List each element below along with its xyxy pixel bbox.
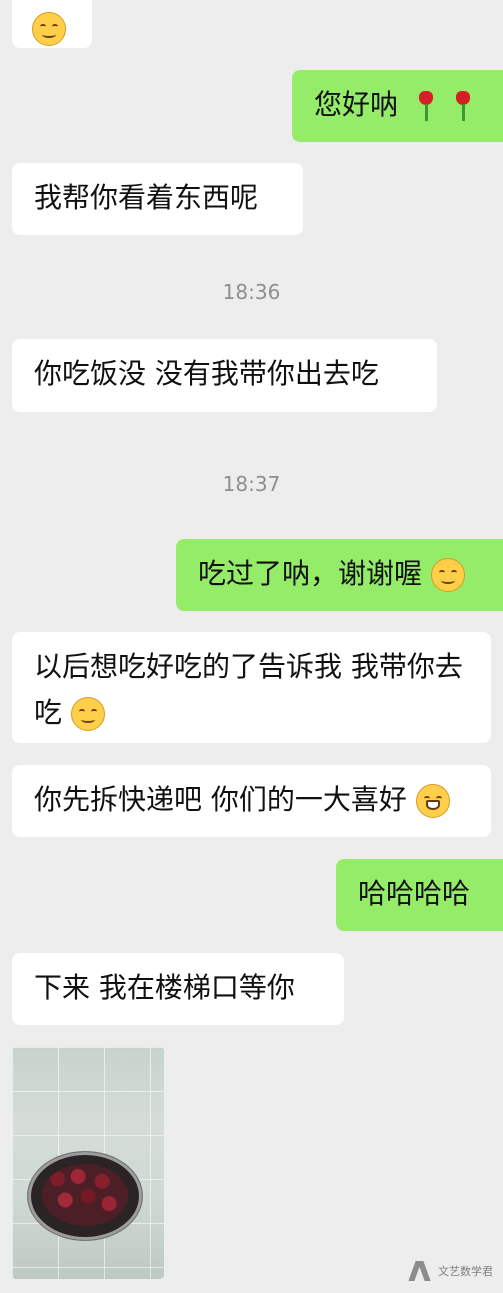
message-text: 您好呐: [314, 88, 399, 121]
rose-icon: [454, 89, 472, 123]
message-text: 吃过了呐，谢谢喔: [198, 557, 423, 590]
rose-icon: [417, 89, 435, 123]
watermark: 文艺数学君: [408, 1257, 493, 1285]
chat-window: 您好呐 我帮你看着东西呢 18:36 你吃饭没 没有我带你出去吃 18:37 吃…: [0, 0, 503, 1293]
image-message[interactable]: [12, 1047, 164, 1279]
cherries-pile: [42, 1164, 128, 1226]
message-text: 你吃饭没 没有我带你出去吃: [34, 357, 379, 390]
watermark-text: 文艺数学君: [438, 1264, 493, 1278]
watermark-logo-icon: [408, 1259, 432, 1283]
chat-timestamp: 18:36: [222, 280, 281, 304]
happy-face-icon: [430, 558, 465, 592]
message-bubble-incoming[interactable]: 下来 我在楼梯口等你: [12, 953, 344, 1025]
message-text: 哈哈哈哈: [358, 877, 471, 910]
sleepy-face-icon: [70, 697, 105, 731]
grin-face-icon: [415, 784, 450, 818]
message-bubble-incoming[interactable]: 你吃饭没 没有我带你出去吃: [12, 339, 437, 412]
message-bubble-incoming[interactable]: 你先拆快递吧 你们的一大喜好: [12, 765, 491, 837]
chat-timestamp: 18:37: [222, 472, 281, 496]
message-bubble-outgoing[interactable]: 您好呐: [292, 70, 503, 142]
smile-face-icon: [32, 12, 66, 46]
message-bubble-emoji[interactable]: [12, 0, 92, 48]
message-bubble-outgoing[interactable]: 吃过了呐，谢谢喔: [176, 539, 503, 611]
message-text: 你先拆快递吧 你们的一大喜好: [34, 783, 407, 816]
message-bubble-incoming[interactable]: 我帮你看着东西呢: [12, 163, 303, 235]
message-bubble-incoming[interactable]: 以后想吃好吃的了告诉我 我带你去吃: [12, 632, 491, 743]
message-text: 我帮你看着东西呢: [34, 181, 259, 214]
message-text: 下来 我在楼梯口等你: [34, 971, 295, 1004]
message-bubble-outgoing[interactable]: 哈哈哈哈: [336, 859, 503, 931]
